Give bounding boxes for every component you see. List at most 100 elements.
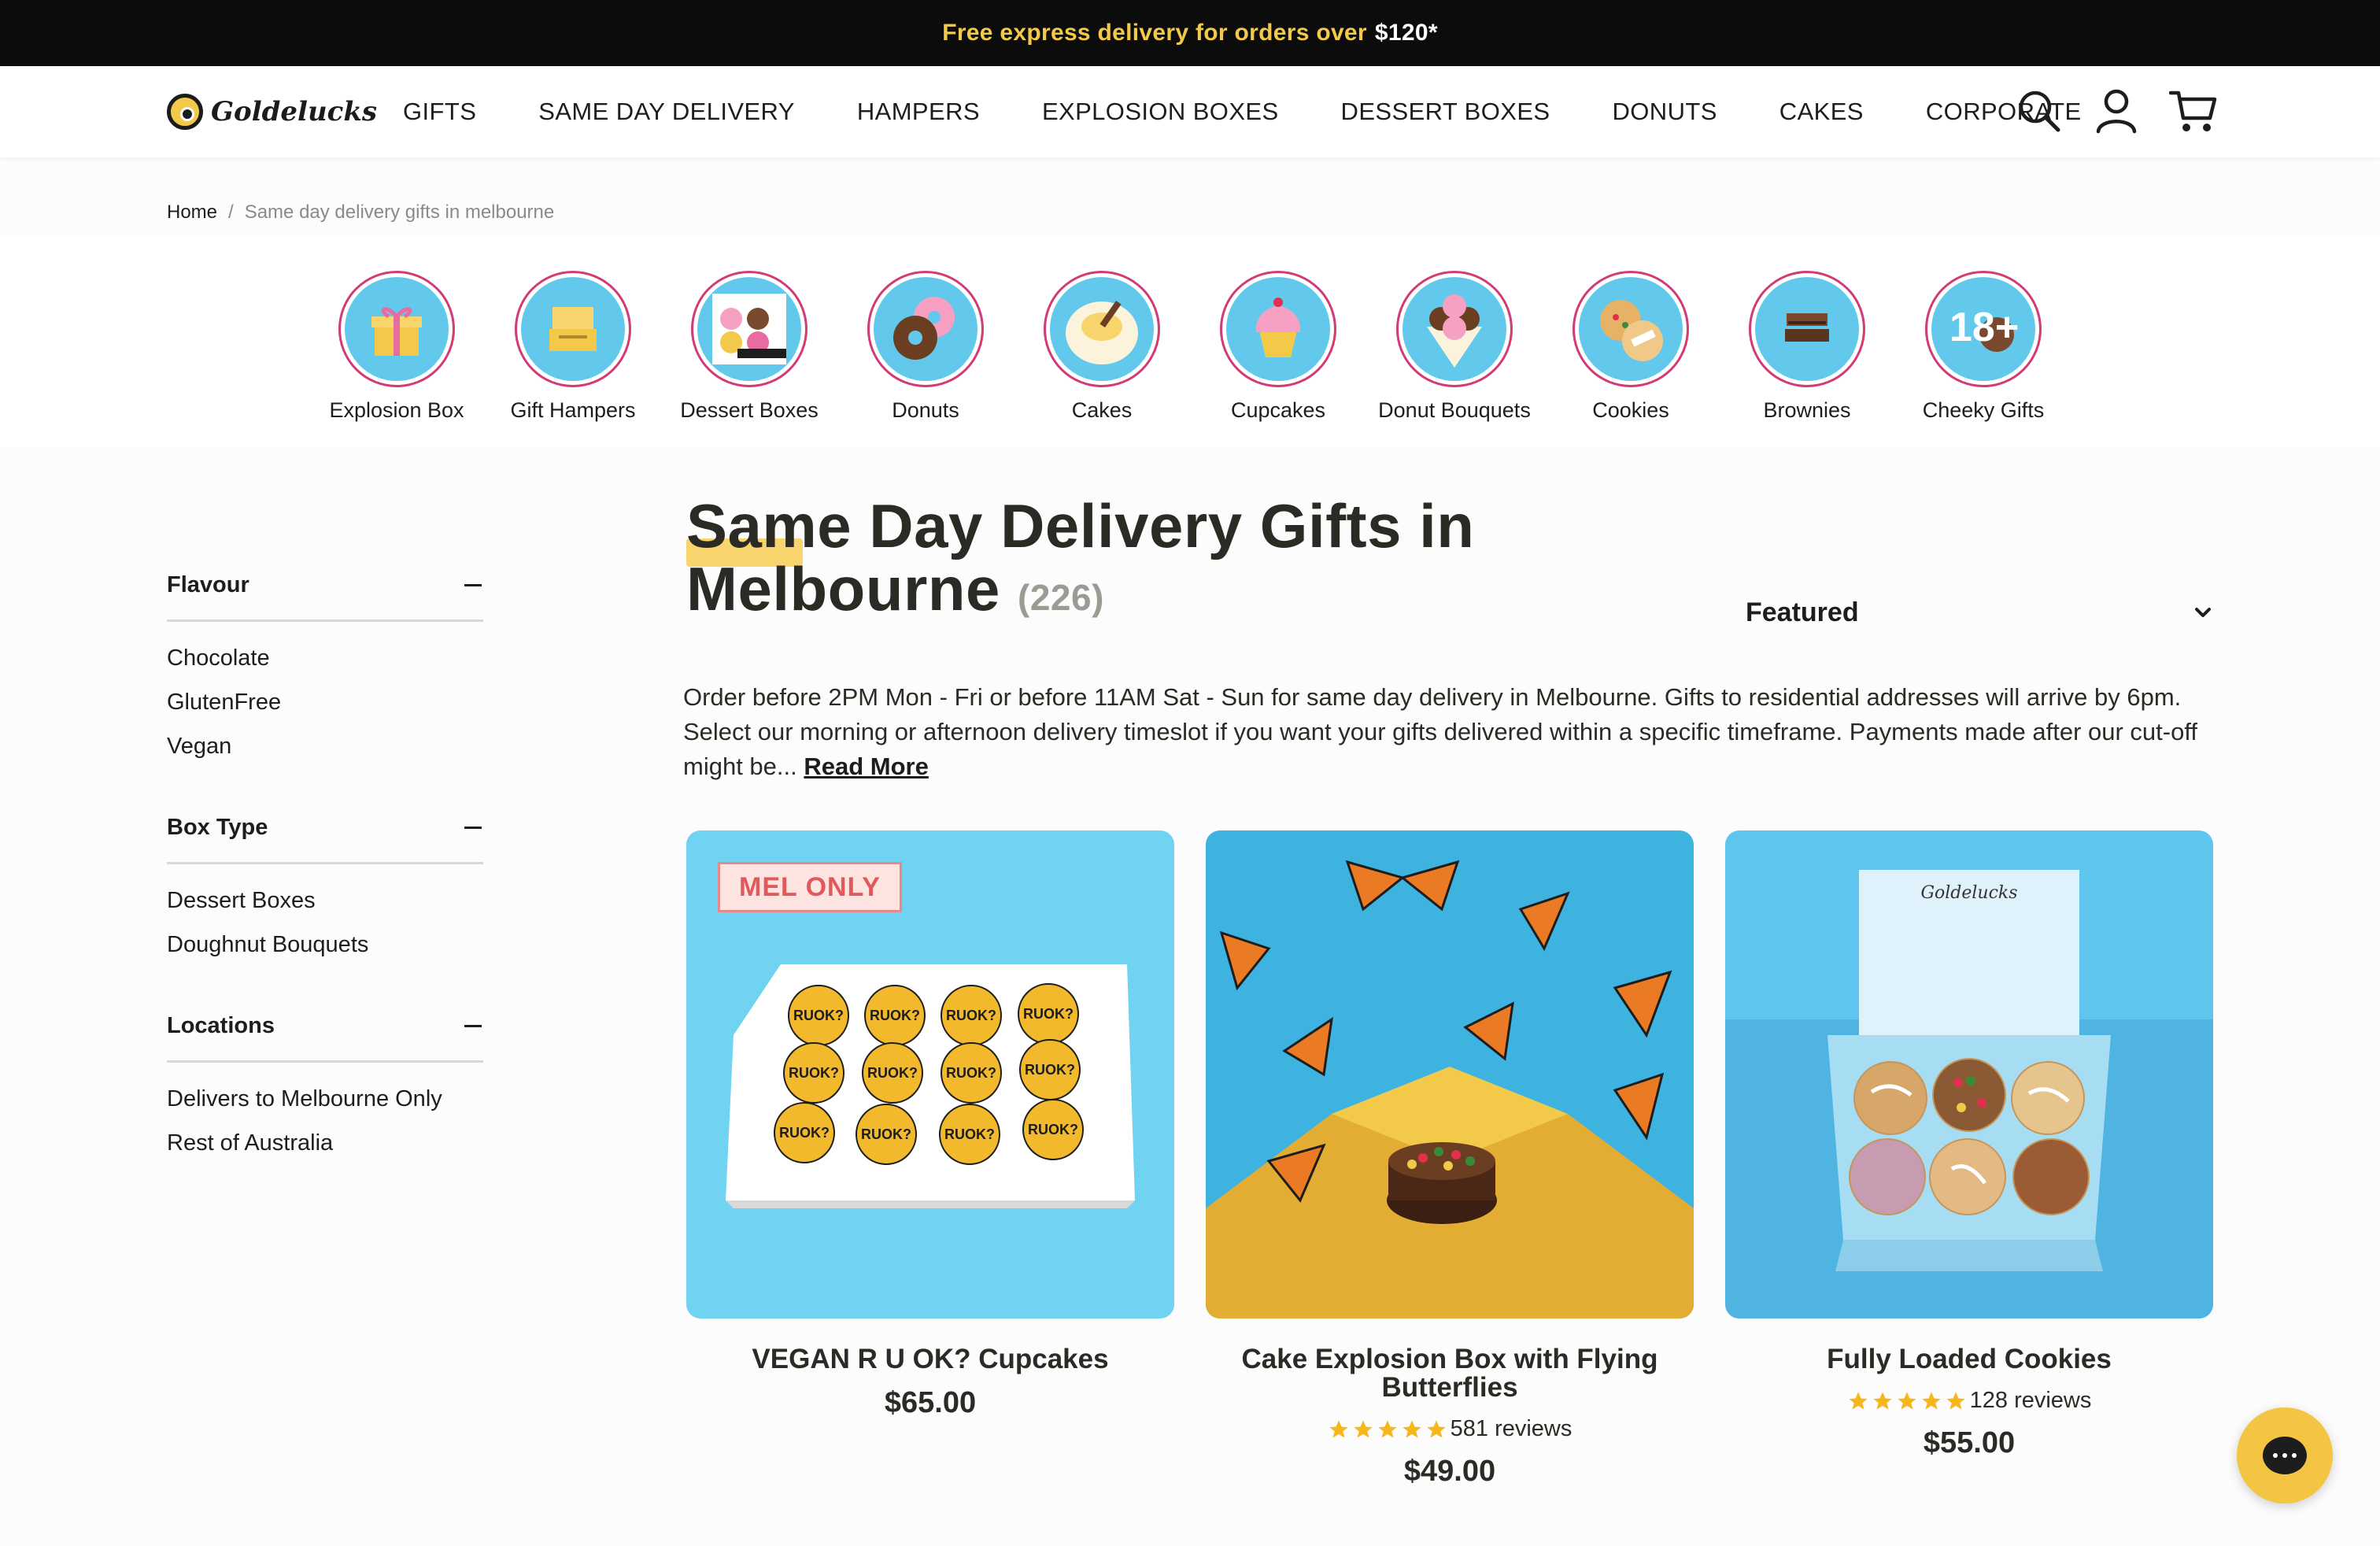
- cupcake-label: RUOK?: [1023, 1006, 1074, 1022]
- bouquet-icon: [1402, 277, 1506, 381]
- announcement-amount: $120*: [1374, 20, 1438, 46]
- category-dessert-boxes[interactable]: Dessert Boxes: [661, 271, 837, 423]
- read-more-link[interactable]: Read More: [804, 753, 928, 780]
- cake-icon: [1050, 277, 1154, 381]
- filter-group-box-type: Box Type Dessert Boxes Doughnut Bouquets: [167, 793, 483, 992]
- breadcrumb-current: Same day delivery gifts in melbourne: [244, 202, 555, 223]
- star-icon: [1921, 1391, 1941, 1409]
- filter-group-header[interactable]: Locations: [167, 992, 483, 1063]
- cart-icon[interactable]: [2169, 87, 2218, 135]
- filter-group-flavour: Flavour Chocolate GlutenFree Vegan: [167, 551, 483, 793]
- cupcake-label: RUOK?: [870, 1008, 920, 1023]
- page-title: Same Day Delivery Gifts in Melbourne (22…: [686, 494, 1678, 629]
- category-brownies[interactable]: Brownies: [1719, 271, 1895, 423]
- hamper-icon: [521, 277, 625, 381]
- category-label: Donuts: [892, 398, 959, 422]
- chat-widget-button[interactable]: [2237, 1407, 2333, 1503]
- breadcrumb-home[interactable]: Home: [167, 202, 217, 224]
- category-label: Explosion Box: [329, 398, 464, 422]
- filter-group-header[interactable]: Flavour: [167, 551, 483, 622]
- collapse-icon[interactable]: [464, 1025, 482, 1027]
- category-cakes[interactable]: Cakes: [1014, 271, 1190, 423]
- star-icon: [1426, 1419, 1446, 1437]
- category-cheeky-gifts[interactable]: 18+ Cheeky Gifts: [1895, 271, 2071, 423]
- category-donut-bouquets[interactable]: Donut Bouquets: [1366, 271, 1543, 423]
- box-brand-text: Goldelucks: [1920, 883, 2017, 903]
- search-icon[interactable]: [2015, 87, 2064, 135]
- announcement-text: Free express delivery for orders over: [942, 20, 1367, 46]
- product-rating: 128 reviews: [1725, 1388, 2213, 1414]
- filter-group-header[interactable]: Box Type: [167, 793, 483, 864]
- site-header: Goldelucks GIFTS SAME DAY DELIVERY HAMPE…: [0, 66, 2380, 157]
- product-name[interactable]: VEGAN R U OK? Cupcakes: [686, 1345, 1174, 1374]
- product-rating: 581 reviews: [1206, 1416, 1694, 1442]
- nav-item-cakes[interactable]: CAKES: [1779, 98, 1864, 126]
- category-explosion-box[interactable]: Explosion Box: [309, 271, 485, 423]
- mel-only-badge: MEL ONLY: [718, 862, 902, 912]
- category-cupcakes[interactable]: Cupcakes: [1190, 271, 1366, 423]
- filter-group-title: Locations: [167, 1013, 275, 1038]
- cupcake-label: RUOK?: [867, 1065, 918, 1081]
- collapse-icon[interactable]: [464, 827, 482, 829]
- category-gift-hampers[interactable]: Gift Hampers: [485, 271, 661, 423]
- cupcake-label: RUOK?: [946, 1008, 996, 1023]
- category-donuts[interactable]: Donuts: [837, 271, 1014, 423]
- product-name[interactable]: Cake Explosion Box with Flying Butterfli…: [1206, 1345, 1694, 1402]
- review-count[interactable]: 581 reviews: [1451, 1416, 1572, 1442]
- explosion-box-image: [1206, 860, 1694, 1319]
- sort-dropdown[interactable]: Featured: [1746, 589, 2212, 636]
- filter-option-glutenfree[interactable]: GlutenFree: [167, 680, 483, 724]
- filter-option-dessert-boxes[interactable]: Dessert Boxes: [167, 878, 483, 923]
- product-price: $55.00: [1923, 1426, 2016, 1459]
- category-label: Dessert Boxes: [680, 398, 819, 422]
- category-cookies[interactable]: Cookies: [1543, 271, 1719, 423]
- nav-item-hampers[interactable]: HAMPERS: [857, 98, 980, 126]
- product-card[interactable]: Goldelucks Fully Loaded Cookies 128 revi…: [1725, 830, 2213, 1460]
- star-icon: [1329, 1419, 1348, 1437]
- filter-option-vegan[interactable]: Vegan: [167, 724, 483, 768]
- account-icon[interactable]: [2092, 87, 2141, 135]
- donut-icon: [874, 277, 978, 381]
- product-name[interactable]: Fully Loaded Cookies: [1725, 1345, 2213, 1374]
- category-label: Brownies: [1763, 398, 1851, 422]
- chat-bubble-icon: [2263, 1437, 2307, 1474]
- breadcrumb-separator: /: [228, 202, 234, 223]
- brand-logo[interactable]: Goldelucks: [167, 91, 377, 132]
- cupcake-label: RUOK?: [1028, 1122, 1078, 1137]
- nav-item-same-day-delivery[interactable]: SAME DAY DELIVERY: [538, 98, 795, 126]
- nav-item-gifts[interactable]: GIFTS: [403, 98, 476, 126]
- collapse-icon[interactable]: [464, 584, 482, 586]
- main-nav: GIFTS SAME DAY DELIVERY HAMPERS EXPLOSIO…: [403, 66, 2082, 157]
- nav-item-donuts[interactable]: DONUTS: [1612, 98, 1717, 126]
- cookie-icon: [1579, 277, 1683, 381]
- filter-group-title: Flavour: [167, 572, 249, 597]
- review-count[interactable]: 128 reviews: [1970, 1388, 2092, 1414]
- cupcake-icon: [1226, 277, 1330, 381]
- nav-item-explosion-boxes[interactable]: EXPLOSION BOXES: [1042, 98, 1279, 126]
- filter-option-doughnut-bouquets[interactable]: Doughnut Bouquets: [167, 923, 483, 967]
- product-card[interactable]: RUOK? RUOK? RUOK? RUOK? RUOK? RUOK? RUOK…: [686, 830, 1174, 1420]
- cupcake-label: RUOK?: [789, 1065, 839, 1081]
- star-icon: [1946, 1391, 1965, 1409]
- star-icon: [1377, 1419, 1397, 1437]
- category-label: Cupcakes: [1230, 398, 1326, 422]
- page-title-line1: Same Day Delivery Gifts in: [686, 491, 1475, 560]
- product-image[interactable]: RUOK? RUOK? RUOK? RUOK? RUOK? RUOK? RUOK…: [686, 830, 1174, 1319]
- product-card[interactable]: Cake Explosion Box with Flying Butterfli…: [1206, 830, 1694, 1489]
- filter-group-title: Box Type: [167, 815, 268, 840]
- announcement-bar: Free express delivery for orders over $1…: [0, 0, 2380, 66]
- product-image[interactable]: [1206, 830, 1694, 1319]
- filter-option-rest-of-australia[interactable]: Rest of Australia: [167, 1121, 483, 1165]
- product-image[interactable]: Goldelucks: [1725, 830, 2213, 1319]
- filter-group-locations: Locations Delivers to Melbourne Only Res…: [167, 992, 483, 1190]
- category-label: Cakes: [1071, 398, 1133, 422]
- brownie-icon: [1755, 277, 1859, 381]
- category-strip: Explosion Box Gift Hampers Dessert Boxes…: [0, 236, 2380, 447]
- nav-item-dessert-boxes[interactable]: DESSERT BOXES: [1341, 98, 1550, 126]
- cupcake-label: RUOK?: [1025, 1062, 1075, 1078]
- filter-sidebar: Flavour Chocolate GlutenFree Vegan Box T…: [167, 551, 483, 1190]
- filter-option-melbourne-only[interactable]: Delivers to Melbourne Only: [167, 1077, 483, 1121]
- filter-option-chocolate[interactable]: Chocolate: [167, 636, 483, 680]
- collection-description: Order before 2PM Mon - Fri or before 11A…: [683, 680, 2218, 784]
- chevron-down-icon: [2195, 608, 2211, 617]
